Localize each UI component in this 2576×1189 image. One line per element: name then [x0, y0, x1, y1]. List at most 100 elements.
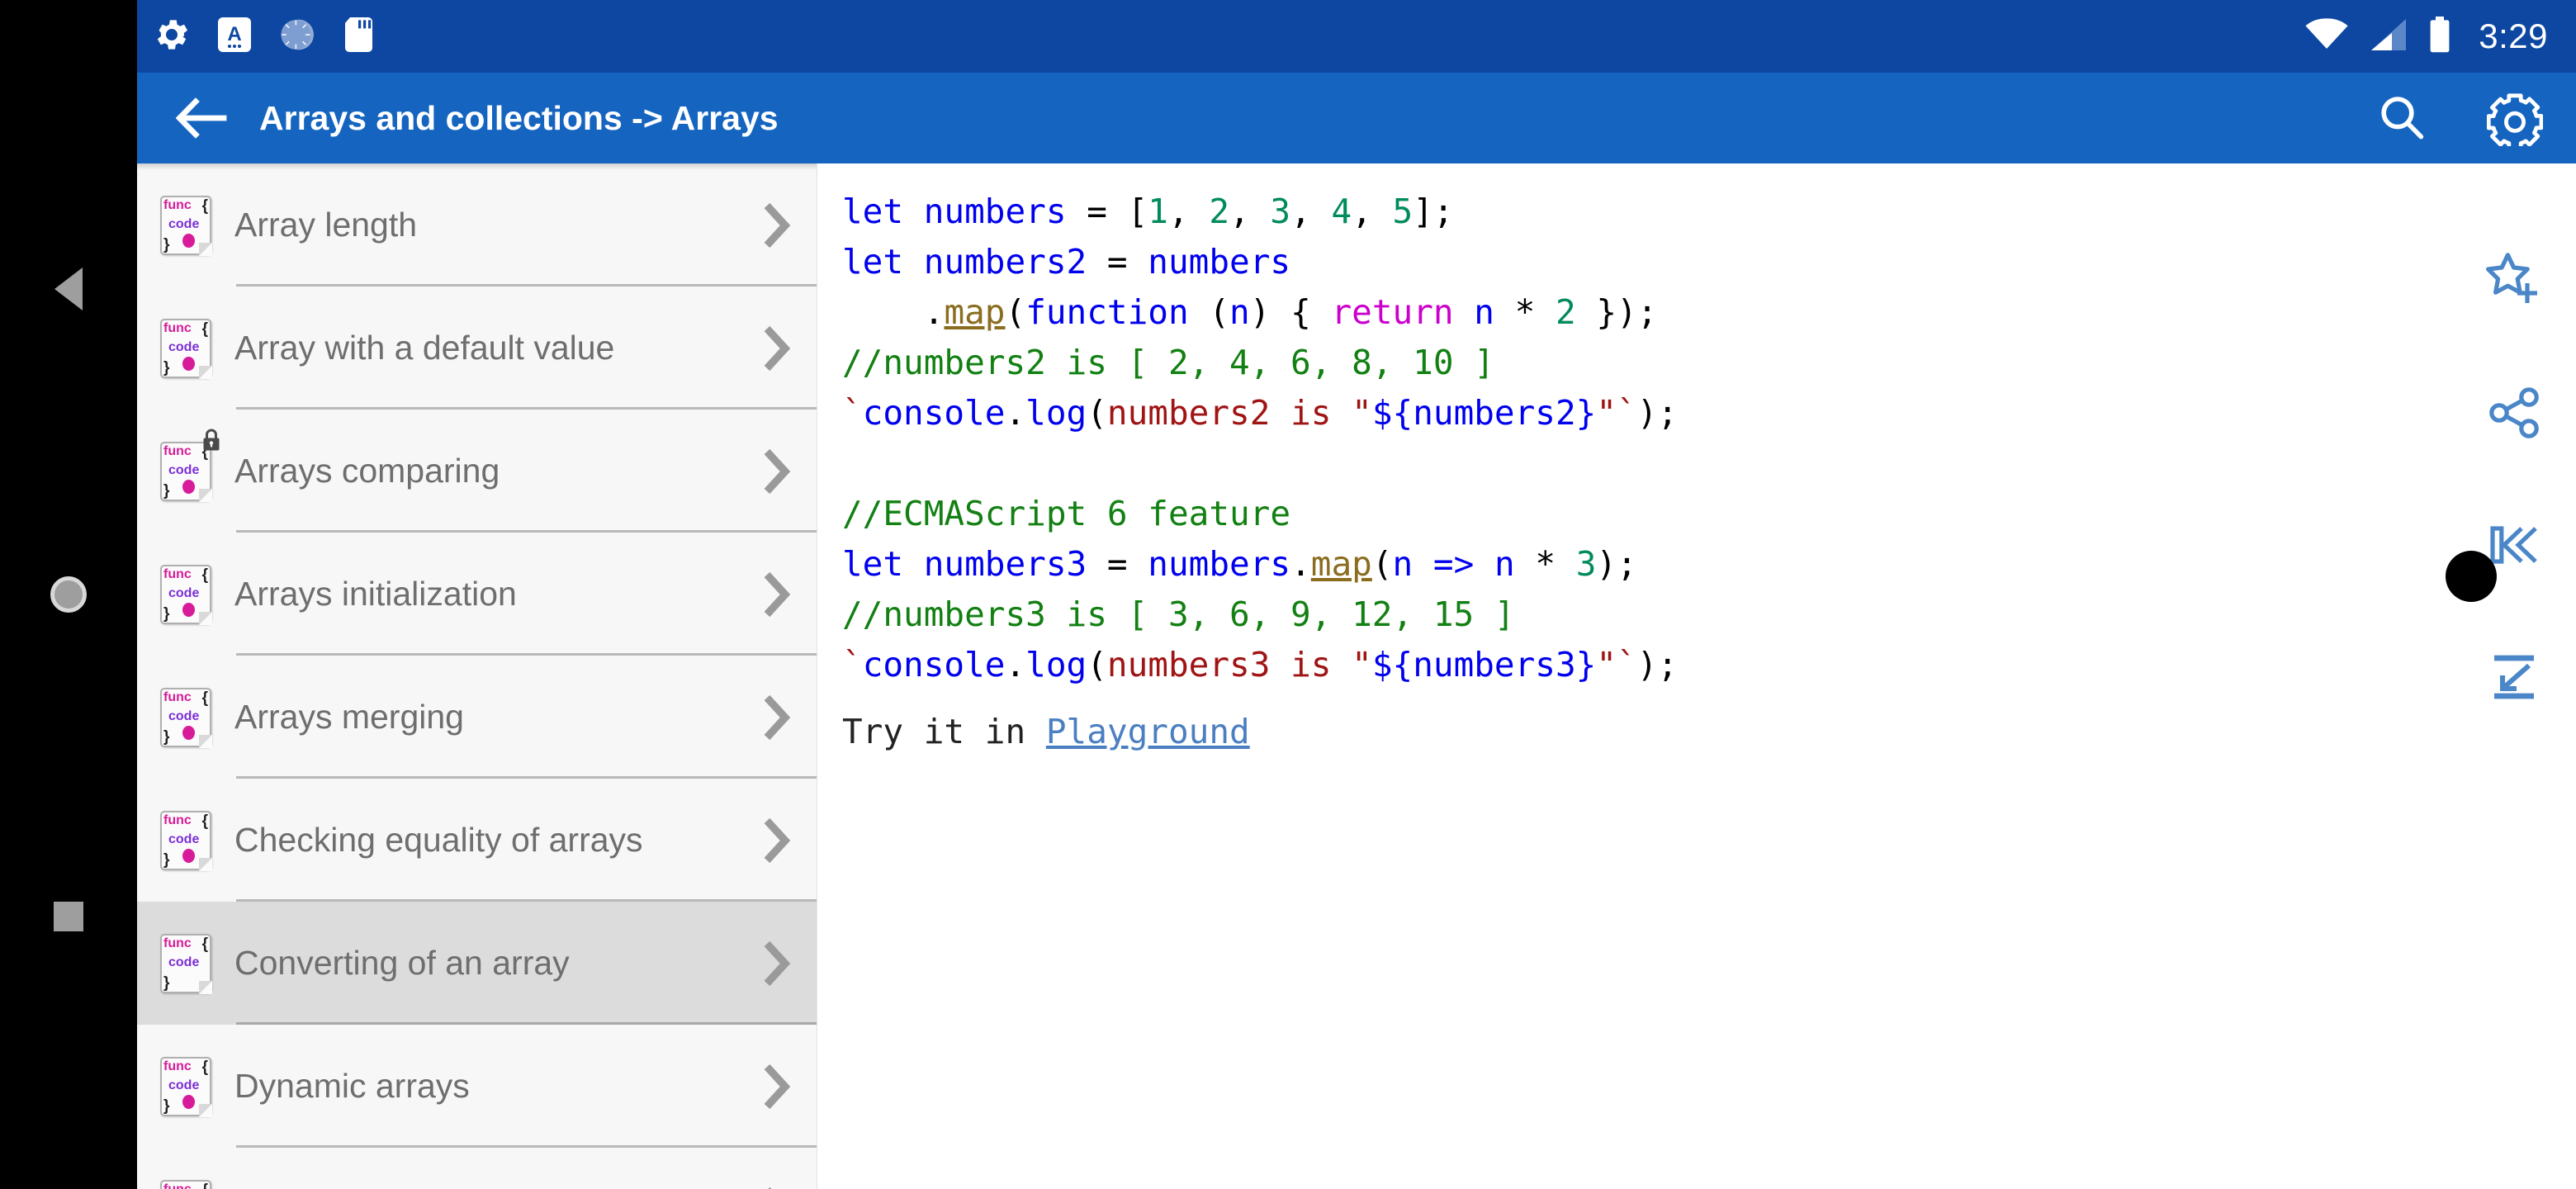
sidebar-item-converting-of-an-array[interactable]: func {code} Converting of an array	[137, 902, 817, 1025]
code-file-dot	[182, 1094, 195, 1109]
code-file-dot	[182, 233, 195, 248]
sidebar-item-array-length[interactable]: func {code} Array length	[137, 163, 817, 287]
code-file-open-brace: {	[201, 320, 208, 338]
topic-list-sidebar[interactable]: func{code} Array length func{code} Array wi…	[137, 163, 817, 1189]
code-file-open-brace: {	[201, 812, 208, 830]
code-file-folded-corner	[199, 980, 212, 994]
sidebar-item-arrays-merging[interactable]: func {code} Arrays merging	[137, 656, 817, 779]
code-file-close-brace: }	[163, 358, 170, 377]
sidebar-item-filtering-of-elements[interactable]: func{code}Filtering of elements	[137, 1148, 817, 1189]
code-file-func-text: func	[163, 443, 192, 458]
code-file-icon: func{code}	[160, 1179, 211, 1189]
code-file-dot	[182, 848, 195, 863]
nav-back-button[interactable]	[0, 248, 137, 330]
code-file-icon: func{code}	[160, 1056, 212, 1117]
code-file-folded-corner	[199, 488, 212, 502]
code-file-code-text: code	[168, 216, 200, 231]
code-file-close-brace: }	[163, 235, 170, 253]
sidebar-item-label: Arrays comparing	[234, 452, 500, 490]
content-area: func{code} Array length func{code} Array wi…	[137, 163, 2576, 1189]
recents-square-icon	[54, 902, 83, 931]
sidebar-item-label: Dynamic arrays	[234, 1067, 470, 1105]
share-button[interactable]	[2479, 378, 2549, 448]
try-it-prefix: Try it in	[842, 712, 1046, 751]
code-file-open-brace: {	[201, 935, 208, 953]
status-bar-clock: 3:29	[2479, 17, 2548, 55]
code-file-code-text: code	[168, 831, 200, 846]
sidebar-item-dynamic-arrays[interactable]: func {code} Dynamic arrays	[137, 1025, 817, 1148]
sidebar-item-checking-equality-of-arrays[interactable]: func {code} Checking equality of arrays	[137, 779, 817, 902]
nav-home-button[interactable]	[0, 553, 137, 636]
code-file-close-brace: }	[163, 850, 170, 869]
translate-icon: A	[216, 15, 253, 59]
app-bar-actions	[2376, 90, 2543, 146]
playground-link[interactable]: Playground	[1046, 712, 1250, 751]
code-file-close-brace: }	[163, 727, 170, 746]
home-circle-icon	[50, 576, 87, 613]
code-file-func-text: func	[163, 197, 192, 212]
code-file-dot	[182, 356, 195, 371]
code-file-code-text: code	[168, 955, 200, 969]
sidebar-item-label: Array with a default value	[234, 329, 615, 367]
code-file-code-text: code	[168, 585, 200, 600]
sidebar-item-label: Arrays initialization	[234, 575, 517, 613]
code-file-func-text: func	[163, 936, 192, 950]
cellular-signal-icon	[2368, 17, 2409, 57]
app-bar: Arrays and collections -> Arrays	[137, 73, 2576, 163]
add-to-favorites-icon	[2486, 253, 2537, 303]
code-file-folded-corner	[199, 242, 212, 256]
back-button[interactable]	[162, 97, 241, 140]
nav-recents-button[interactable]	[0, 875, 137, 958]
chevron-right-icon	[755, 692, 798, 743]
sidebar-item-array-with-a-default-value[interactable]: func {code} Array with a default value	[137, 287, 817, 410]
code-file-func-text: func	[163, 320, 192, 335]
code-file-folded-corner	[199, 857, 212, 871]
try-it-line: Try it in Playground	[842, 712, 2576, 751]
code-file-dot	[182, 602, 195, 617]
settings-button[interactable]	[2487, 90, 2543, 146]
search-button[interactable]	[2376, 92, 2427, 144]
sidebar-item-arrays-initialization[interactable]: func {code} Arrays initialization	[137, 533, 817, 656]
code-file-icon: func{code}	[160, 810, 212, 871]
device-screen: A 3:29 Arrays and collections -> Arrays …	[0, 0, 2576, 1189]
chevron-right-icon	[755, 200, 798, 251]
code-file-folded-corner	[199, 734, 212, 748]
code-file-open-brace: {	[201, 689, 208, 707]
code-file-func-text: func	[163, 566, 192, 581]
code-file-code-text: code	[168, 1078, 200, 1092]
code-file-code-text: code	[168, 339, 200, 354]
code-file-icon: func {code}	[160, 195, 212, 256]
code-file-open-brace: {	[201, 566, 208, 584]
sidebar-item-label: Checking equality of arrays	[234, 821, 643, 859]
chevron-right-icon	[755, 938, 798, 989]
code-file-dot	[182, 725, 195, 740]
status-bar-system-icons: 3:29	[2304, 15, 2548, 59]
skip-to-start-icon	[2490, 526, 2537, 564]
code-file-open-brace: {	[201, 197, 208, 215]
svg-text:A: A	[227, 23, 241, 45]
code-file-folded-corner	[199, 1103, 212, 1117]
gear-icon	[2487, 93, 2543, 146]
code-file-folded-corner	[199, 365, 212, 379]
sidebar-item-arrays-comparing[interactable]: func{code} Arrays comparing	[137, 410, 817, 533]
code-file-icon: func{code}	[160, 933, 212, 994]
code-block: let numbers = [1, 2, 3, 4, 5]; let numbe…	[842, 192, 1679, 685]
lock-icon	[203, 429, 220, 450]
add-to-favorites-button[interactable]	[2479, 246, 2549, 315]
code-file-close-brace: }	[163, 604, 170, 623]
code-detail-pane: let numbers = [1, 2, 3, 4, 5]; let numbe…	[817, 163, 2576, 1189]
code-file-code-text: code	[168, 708, 200, 723]
share-icon	[2489, 387, 2539, 438]
code-file-icon: func {code}	[160, 564, 212, 625]
status-bar-notification-icons: A	[152, 15, 375, 59]
collapse-button[interactable]	[2479, 642, 2549, 712]
gear-icon	[152, 15, 192, 59]
search-icon	[2381, 97, 2424, 140]
chevron-right-icon	[755, 446, 798, 497]
code-file-func-text: func	[163, 1059, 192, 1073]
skip-to-start-button[interactable]	[2479, 510, 2549, 580]
sd-card-icon	[342, 15, 375, 59]
wifi-icon	[2304, 17, 2350, 57]
app-viewport: A 3:29 Arrays and collections -> Arrays …	[137, 0, 2576, 1189]
code-file-code-text: code	[168, 462, 200, 477]
